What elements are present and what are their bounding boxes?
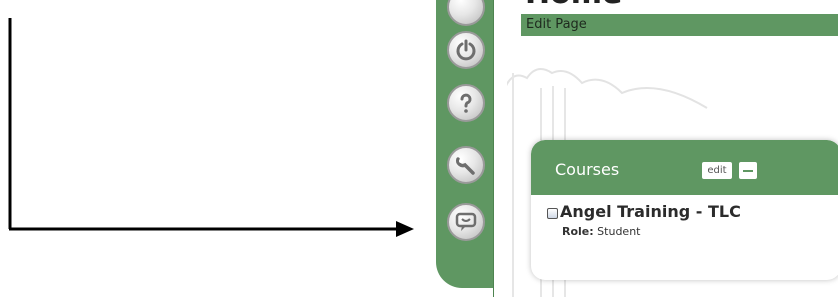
rail-divider	[493, 0, 507, 297]
tools-button[interactable]	[447, 146, 485, 184]
courses-panel: Courses edit Angel Training - TLC Role: …	[531, 140, 838, 280]
edit-page-link[interactable]: Edit Page	[526, 17, 587, 32]
role-label: Role:	[562, 225, 594, 238]
power-button[interactable]	[447, 31, 485, 69]
course-link[interactable]: Angel Training - TLC	[560, 202, 741, 221]
main-content: Home Edit Page Courses edit Angel Traini…	[507, 0, 838, 297]
chat-button[interactable]	[447, 203, 485, 241]
page-title: Home	[525, 0, 622, 11]
help-button[interactable]	[447, 84, 485, 122]
tools-icon	[456, 157, 475, 175]
power-icon	[456, 39, 476, 61]
chat-icon	[455, 212, 477, 231]
courses-panel-title: Courses	[555, 160, 620, 179]
panel-minimize-button[interactable]	[739, 162, 757, 179]
courses-panel-header: Courses edit	[531, 140, 838, 195]
course-icon	[547, 208, 558, 219]
edit-page-bar[interactable]: Edit Page	[521, 14, 838, 36]
panel-edit-button[interactable]: edit	[702, 162, 732, 179]
help-icon	[460, 93, 472, 113]
course-role: Role: Student	[562, 225, 640, 238]
role-value: Student	[597, 225, 641, 238]
